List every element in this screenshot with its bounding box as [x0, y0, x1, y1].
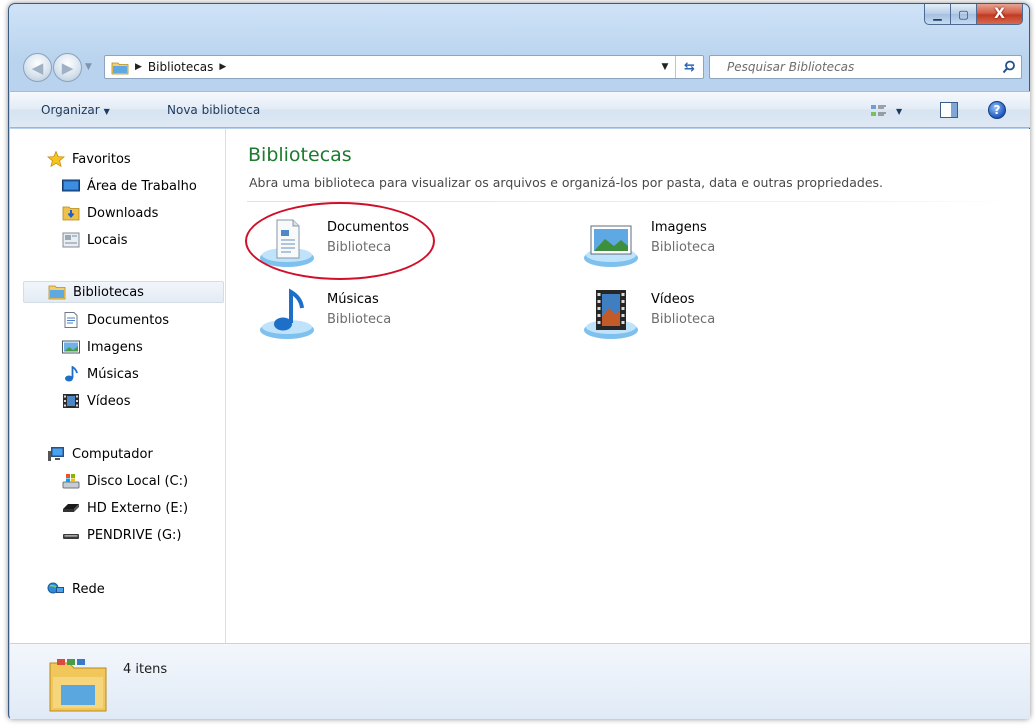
nav-item-label: Área de Trabalho: [87, 178, 197, 194]
command-bar: Organizar ▼ Nova biblioteca ▼ ?: [10, 91, 1030, 128]
libraries-large-icon: [47, 655, 109, 713]
details-pane: 4 itens: [10, 643, 1030, 719]
network-icon: [47, 581, 65, 597]
library-videos[interactable]: Vídeos Biblioteca: [581, 286, 851, 342]
library-music[interactable]: Músicas Biblioteca: [257, 286, 527, 342]
nav-item-recent-places[interactable]: Locais: [62, 229, 127, 251]
nav-item-downloads[interactable]: Downloads: [62, 202, 158, 224]
nav-item-documents[interactable]: Documentos: [62, 309, 169, 331]
nav-item-label: Músicas: [87, 366, 139, 382]
page-title: Bibliotecas: [248, 144, 352, 166]
maximize-button[interactable]: ▢: [951, 4, 977, 25]
nav-item-label: Locais: [87, 232, 128, 248]
view-options-icon: [871, 105, 886, 116]
document-icon: [62, 312, 80, 328]
libraries-folder-icon: [48, 284, 66, 300]
library-pictures[interactable]: Imagens Biblioteca: [581, 214, 851, 270]
refresh-icon[interactable]: ⇆: [675, 56, 703, 78]
nav-item-external-drive[interactable]: HD Externo (E:): [62, 497, 188, 519]
nav-item-label: HD Externo (E:): [87, 500, 189, 516]
help-icon[interactable]: ?: [988, 101, 1006, 119]
videos-library-icon: [581, 286, 641, 342]
pane-edge: [1026, 129, 1030, 643]
search-icon[interactable]: [997, 56, 1021, 78]
red-highlight-ellipse: [245, 202, 435, 280]
nav-item-desktop[interactable]: Área de Trabalho: [62, 175, 197, 197]
address-bar[interactable]: ▶ Bibliotecas ▶ ▼ ⇆: [104, 55, 704, 79]
nav-computer[interactable]: Computador: [47, 443, 153, 465]
navigation-bar: ◀ ▶ ▼ ▶ Bibliotecas ▶ ▼ ⇆ Pesquisar Bibl…: [9, 50, 1029, 84]
nav-item-label: Downloads: [87, 205, 159, 221]
nav-libraries[interactable]: Bibliotecas: [23, 281, 224, 303]
breadcrumb-arrow-icon[interactable]: ▶: [219, 62, 226, 72]
libraries-folder-icon: [111, 60, 129, 75]
nav-item-label: Documentos: [87, 312, 170, 328]
library-name: Vídeos: [651, 292, 695, 307]
nav-item-label: PENDRIVE (G:): [87, 527, 182, 543]
nav-item-pendrive[interactable]: PENDRIVE (G:): [62, 524, 182, 546]
nav-item-videos[interactable]: Vídeos: [62, 390, 130, 412]
preview-pane-icon[interactable]: [940, 102, 958, 118]
nav-item-label: Disco Local (C:): [87, 473, 189, 489]
picture-icon: [62, 339, 80, 355]
forward-button[interactable]: ▶: [53, 53, 82, 82]
recent-pages-dropdown-icon[interactable]: ▼: [85, 62, 92, 72]
removable-drive-icon: [62, 527, 80, 543]
breadcrumb-arrow-icon[interactable]: ▶: [135, 62, 142, 72]
nav-network[interactable]: Rede: [47, 578, 105, 600]
breadcrumb-bibliotecas[interactable]: Bibliotecas: [148, 60, 213, 74]
explorer-window: ▁ ▢ X ◀ ▶ ▼ ▶ Bibliotecas ▶ ▼ ⇆ Pesquisa…: [8, 3, 1030, 719]
organize-label: Organizar: [41, 103, 100, 117]
nav-favorites-label: Favoritos: [72, 151, 131, 167]
address-dropdown-icon[interactable]: ▼: [657, 56, 673, 78]
change-view-button[interactable]: ▼: [870, 102, 908, 120]
nav-item-local-disk[interactable]: Disco Local (C:): [62, 470, 188, 492]
music-library-icon: [257, 286, 317, 342]
search-box[interactable]: Pesquisar Bibliotecas: [709, 55, 1022, 79]
back-button[interactable]: ◀: [23, 53, 52, 82]
recent-places-icon: [62, 232, 80, 248]
music-note-icon: [62, 365, 80, 382]
main-area: Favoritos Área de Trabalho Downloads Loc…: [10, 129, 1030, 643]
chevron-down-icon: ▼: [103, 107, 110, 116]
caption-buttons: ▁ ▢ X: [924, 4, 1023, 25]
nav-libraries-label: Bibliotecas: [73, 284, 144, 300]
organize-menu-button[interactable]: Organizar ▼: [41, 103, 110, 117]
history-buttons: ◀ ▶ ▼: [23, 53, 113, 82]
nav-item-label: Vídeos: [87, 393, 131, 409]
nav-network-label: Rede: [72, 581, 105, 597]
film-icon: [62, 393, 80, 409]
new-library-button[interactable]: Nova biblioteca: [167, 103, 260, 117]
content-pane: Bibliotecas Abra uma biblioteca para vis…: [227, 129, 1030, 643]
item-count: 4 itens: [123, 662, 168, 677]
nav-item-label: Imagens: [87, 339, 143, 355]
page-description: Abra uma biblioteca para visualizar os a…: [249, 175, 884, 190]
library-type: Biblioteca: [651, 240, 716, 255]
computer-icon: [47, 446, 65, 462]
system-drive-icon: [62, 473, 80, 489]
pictures-library-icon: [581, 214, 641, 270]
library-type: Biblioteca: [327, 312, 392, 327]
library-name: Imagens: [651, 220, 707, 235]
nav-favorites[interactable]: Favoritos: [46, 148, 131, 170]
nav-computer-label: Computador: [72, 446, 153, 462]
library-type: Biblioteca: [651, 312, 716, 327]
nav-item-music[interactable]: Músicas: [62, 363, 139, 385]
close-button[interactable]: X: [977, 4, 1023, 25]
divider: [247, 201, 1017, 202]
desktop-icon: [62, 178, 80, 194]
minimize-button[interactable]: ▁: [924, 4, 951, 25]
downloads-folder-icon: [62, 205, 80, 221]
external-drive-icon: [62, 500, 80, 516]
nav-item-pictures[interactable]: Imagens: [62, 336, 143, 358]
chevron-down-icon: ▼: [896, 106, 903, 116]
library-name: Músicas: [327, 292, 379, 307]
search-input[interactable]: Pesquisar Bibliotecas: [727, 60, 997, 74]
navigation-pane: Favoritos Área de Trabalho Downloads Loc…: [10, 129, 226, 643]
star-icon: [46, 150, 66, 168]
